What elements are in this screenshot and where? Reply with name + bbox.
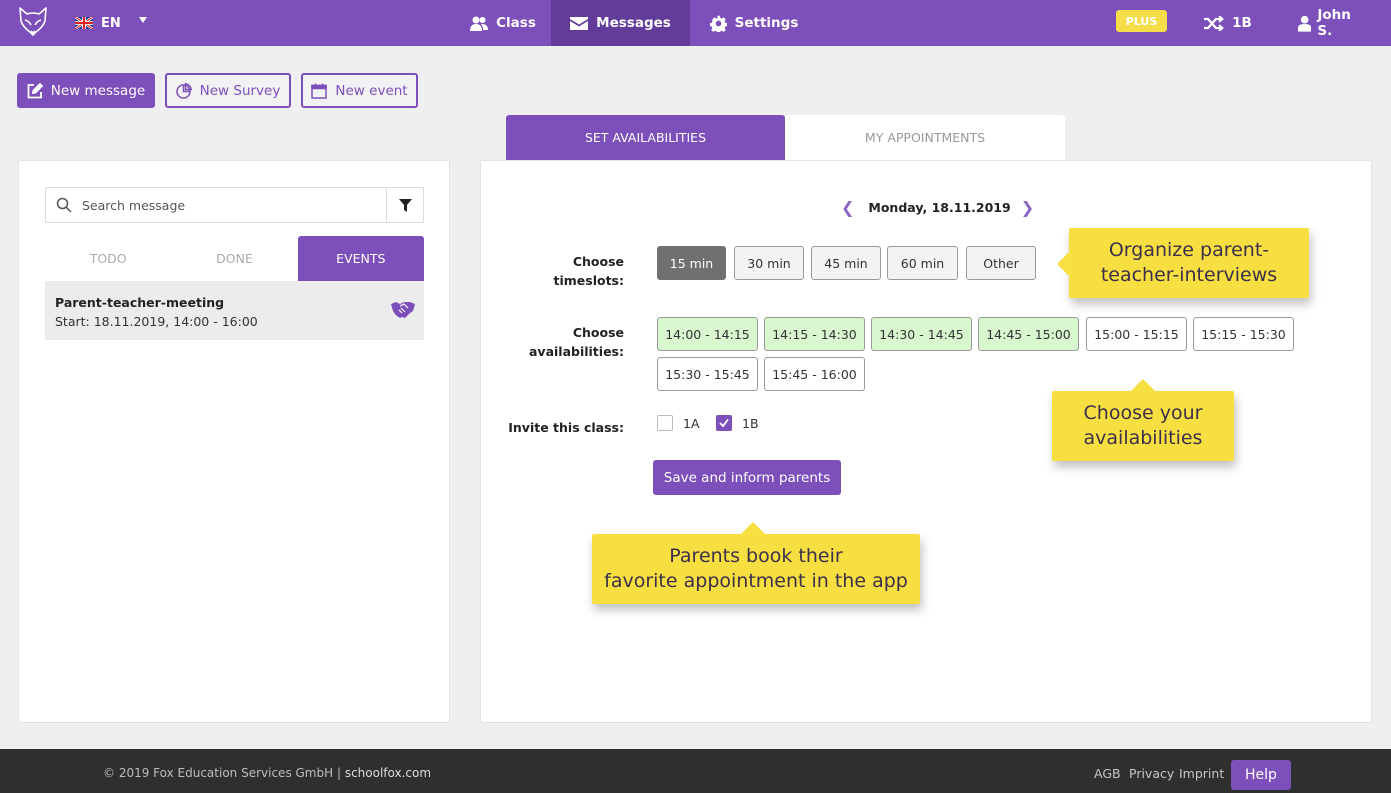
callout-organize: Organize parent- teacher-interviews — [1057, 228, 1309, 298]
footer-link-agb[interactable]: AGB — [1094, 766, 1121, 781]
class-1b-label: 1B — [742, 416, 759, 431]
message-list-panel: TODO DONE EVENTS Parent-teacher-meeting … — [18, 160, 450, 723]
footer: © 2019 Fox Education Services GmbH | sch… — [0, 749, 1391, 793]
timeslots-label-line2: timeslots: — [553, 273, 625, 288]
pie-chart-icon — [175, 82, 192, 99]
new-message-button[interactable]: New message — [17, 73, 155, 108]
uk-flag-icon — [75, 17, 93, 29]
checkmark-icon — [719, 418, 729, 428]
availability-slot[interactable]: 14:45 - 15:00 — [978, 317, 1079, 351]
tab-set-availabilities[interactable]: SET AVAILABILITIES — [506, 115, 785, 160]
callout-organize-line1: Organize parent- — [1108, 239, 1270, 261]
class-1a-label: 1A — [683, 416, 700, 431]
caret-down-icon[interactable] — [139, 17, 147, 23]
user-menu[interactable]: John S. — [1298, 0, 1368, 46]
plus-badge[interactable]: PLUS — [1116, 10, 1167, 32]
availability-slot[interactable]: 15:15 - 15:30 — [1193, 317, 1294, 351]
calendar-icon — [311, 83, 328, 99]
availability-slot[interactable]: 15:30 - 15:45 — [657, 357, 758, 391]
edit-icon — [27, 82, 43, 98]
class-switcher[interactable]: 1B — [1203, 0, 1253, 46]
nav-messages[interactable]: Messages — [551, 0, 690, 46]
availability-slot[interactable]: 14:15 - 14:30 — [764, 317, 865, 351]
callout-parents-book: Parents book their favorite appointment … — [592, 522, 920, 604]
nav-settings[interactable]: Settings — [704, 0, 804, 46]
tab-todo[interactable]: TODO — [45, 236, 171, 281]
event-title: Parent-teacher-meeting — [55, 295, 225, 310]
new-survey-button[interactable]: New Survey — [165, 73, 291, 108]
language-selector[interactable]: EN — [75, 0, 121, 46]
help-button[interactable]: Help — [1231, 760, 1291, 790]
fox-logo-icon[interactable] — [17, 5, 49, 37]
footer-copyright: © 2019 Fox Education Services GmbH | sch… — [103, 766, 431, 780]
user-icon — [1298, 15, 1312, 32]
filter-button[interactable] — [386, 188, 423, 222]
timeslot-60-button[interactable]: 60 min — [887, 246, 958, 280]
nav-class[interactable]: Class — [455, 0, 551, 46]
availability-slot[interactable]: 15:45 - 16:00 — [764, 357, 865, 391]
nav-class-label: Class — [496, 15, 536, 31]
search-icon — [56, 197, 72, 213]
top-navbar: EN Class Messages Settings PLUS 1B John … — [0, 0, 1391, 46]
availability-slot[interactable]: 14:00 - 14:15 — [657, 317, 758, 351]
event-list-item[interactable]: Parent-teacher-meeting Start: 18.11.2019… — [45, 281, 424, 340]
shuffle-icon — [1204, 15, 1225, 31]
class-switcher-label: 1B — [1232, 15, 1252, 31]
callout-arrow — [1131, 379, 1155, 391]
new-event-button[interactable]: New event — [301, 73, 418, 108]
availabilities-label-line2: availabilities: — [528, 344, 624, 359]
callout-parents-line2: favorite appointment in the app — [604, 570, 908, 592]
footer-link-imprint[interactable]: Imprint — [1179, 766, 1224, 781]
chevron-left-icon[interactable]: ❮ — [841, 198, 854, 217]
availability-slot[interactable]: 14:30 - 14:45 — [871, 317, 972, 351]
users-icon — [470, 16, 489, 31]
nav-settings-label: Settings — [734, 15, 799, 31]
availabilities-label: Choose availabilities: — [481, 323, 624, 361]
date-navigator: ❮ Monday, 18.11.2019 ❯ — [841, 197, 1034, 217]
search-box — [45, 187, 424, 223]
timeslot-15-button[interactable]: 15 min — [657, 246, 726, 280]
new-event-label: New event — [335, 82, 408, 99]
timeslot-other-button[interactable]: Other — [966, 246, 1036, 280]
tab-events[interactable]: EVENTS — [297, 236, 424, 281]
new-survey-label: New Survey — [199, 82, 281, 99]
callout-arrow — [1057, 252, 1069, 276]
callout-parents-line1: Parents book their — [669, 545, 843, 567]
timeslot-45-button[interactable]: 45 min — [811, 246, 881, 280]
envelope-icon — [570, 16, 589, 30]
invite-class-label: Invite this class: — [508, 420, 624, 435]
class-1b-checkbox[interactable] — [716, 415, 732, 431]
availabilities-label-line1: Choose — [572, 325, 624, 340]
user-name: John S. — [1317, 7, 1351, 39]
language-label: EN — [101, 15, 121, 31]
tab-done[interactable]: DONE — [171, 236, 297, 281]
availability-slot[interactable]: 15:00 - 15:15 — [1086, 317, 1187, 351]
timeslot-30-button[interactable]: 30 min — [734, 246, 804, 280]
callout-organize-line2: teacher-interviews — [1100, 264, 1278, 286]
event-subtitle: Start: 18.11.2019, 14:00 - 16:00 — [55, 314, 258, 329]
save-and-inform-button[interactable]: Save and inform parents — [653, 460, 841, 495]
class-1a-checkbox[interactable] — [657, 415, 673, 431]
chevron-right-icon[interactable]: ❯ — [1021, 198, 1034, 217]
gear-icon — [709, 15, 727, 32]
copyright-text: © 2019 Fox Education Services GmbH | — [103, 766, 341, 780]
callout-arrow — [741, 522, 765, 534]
callout-choose-availabilities: Choose your availabilities — [1052, 379, 1234, 461]
callout-choose-line2: availabilities — [1083, 427, 1203, 449]
nav-messages-label: Messages — [596, 15, 671, 31]
timeslots-label-line1: Choose — [572, 254, 624, 269]
callout-choose-line1: Choose your — [1083, 402, 1203, 424]
timeslots-label: Choose timeslots: — [481, 252, 625, 290]
footer-link-privacy[interactable]: Privacy — [1129, 766, 1174, 781]
tab-my-appointments[interactable]: MY APPOINTMENTS — [785, 115, 1065, 160]
message-tabs: TODO DONE EVENTS — [45, 236, 424, 281]
site-link[interactable]: schoolfox.com — [345, 766, 431, 780]
filter-icon — [398, 198, 412, 212]
new-message-label: New message — [50, 82, 146, 99]
current-date: Monday, 18.11.2019 — [868, 199, 1011, 215]
handshake-icon — [391, 302, 415, 318]
search-input[interactable] — [82, 196, 372, 214]
